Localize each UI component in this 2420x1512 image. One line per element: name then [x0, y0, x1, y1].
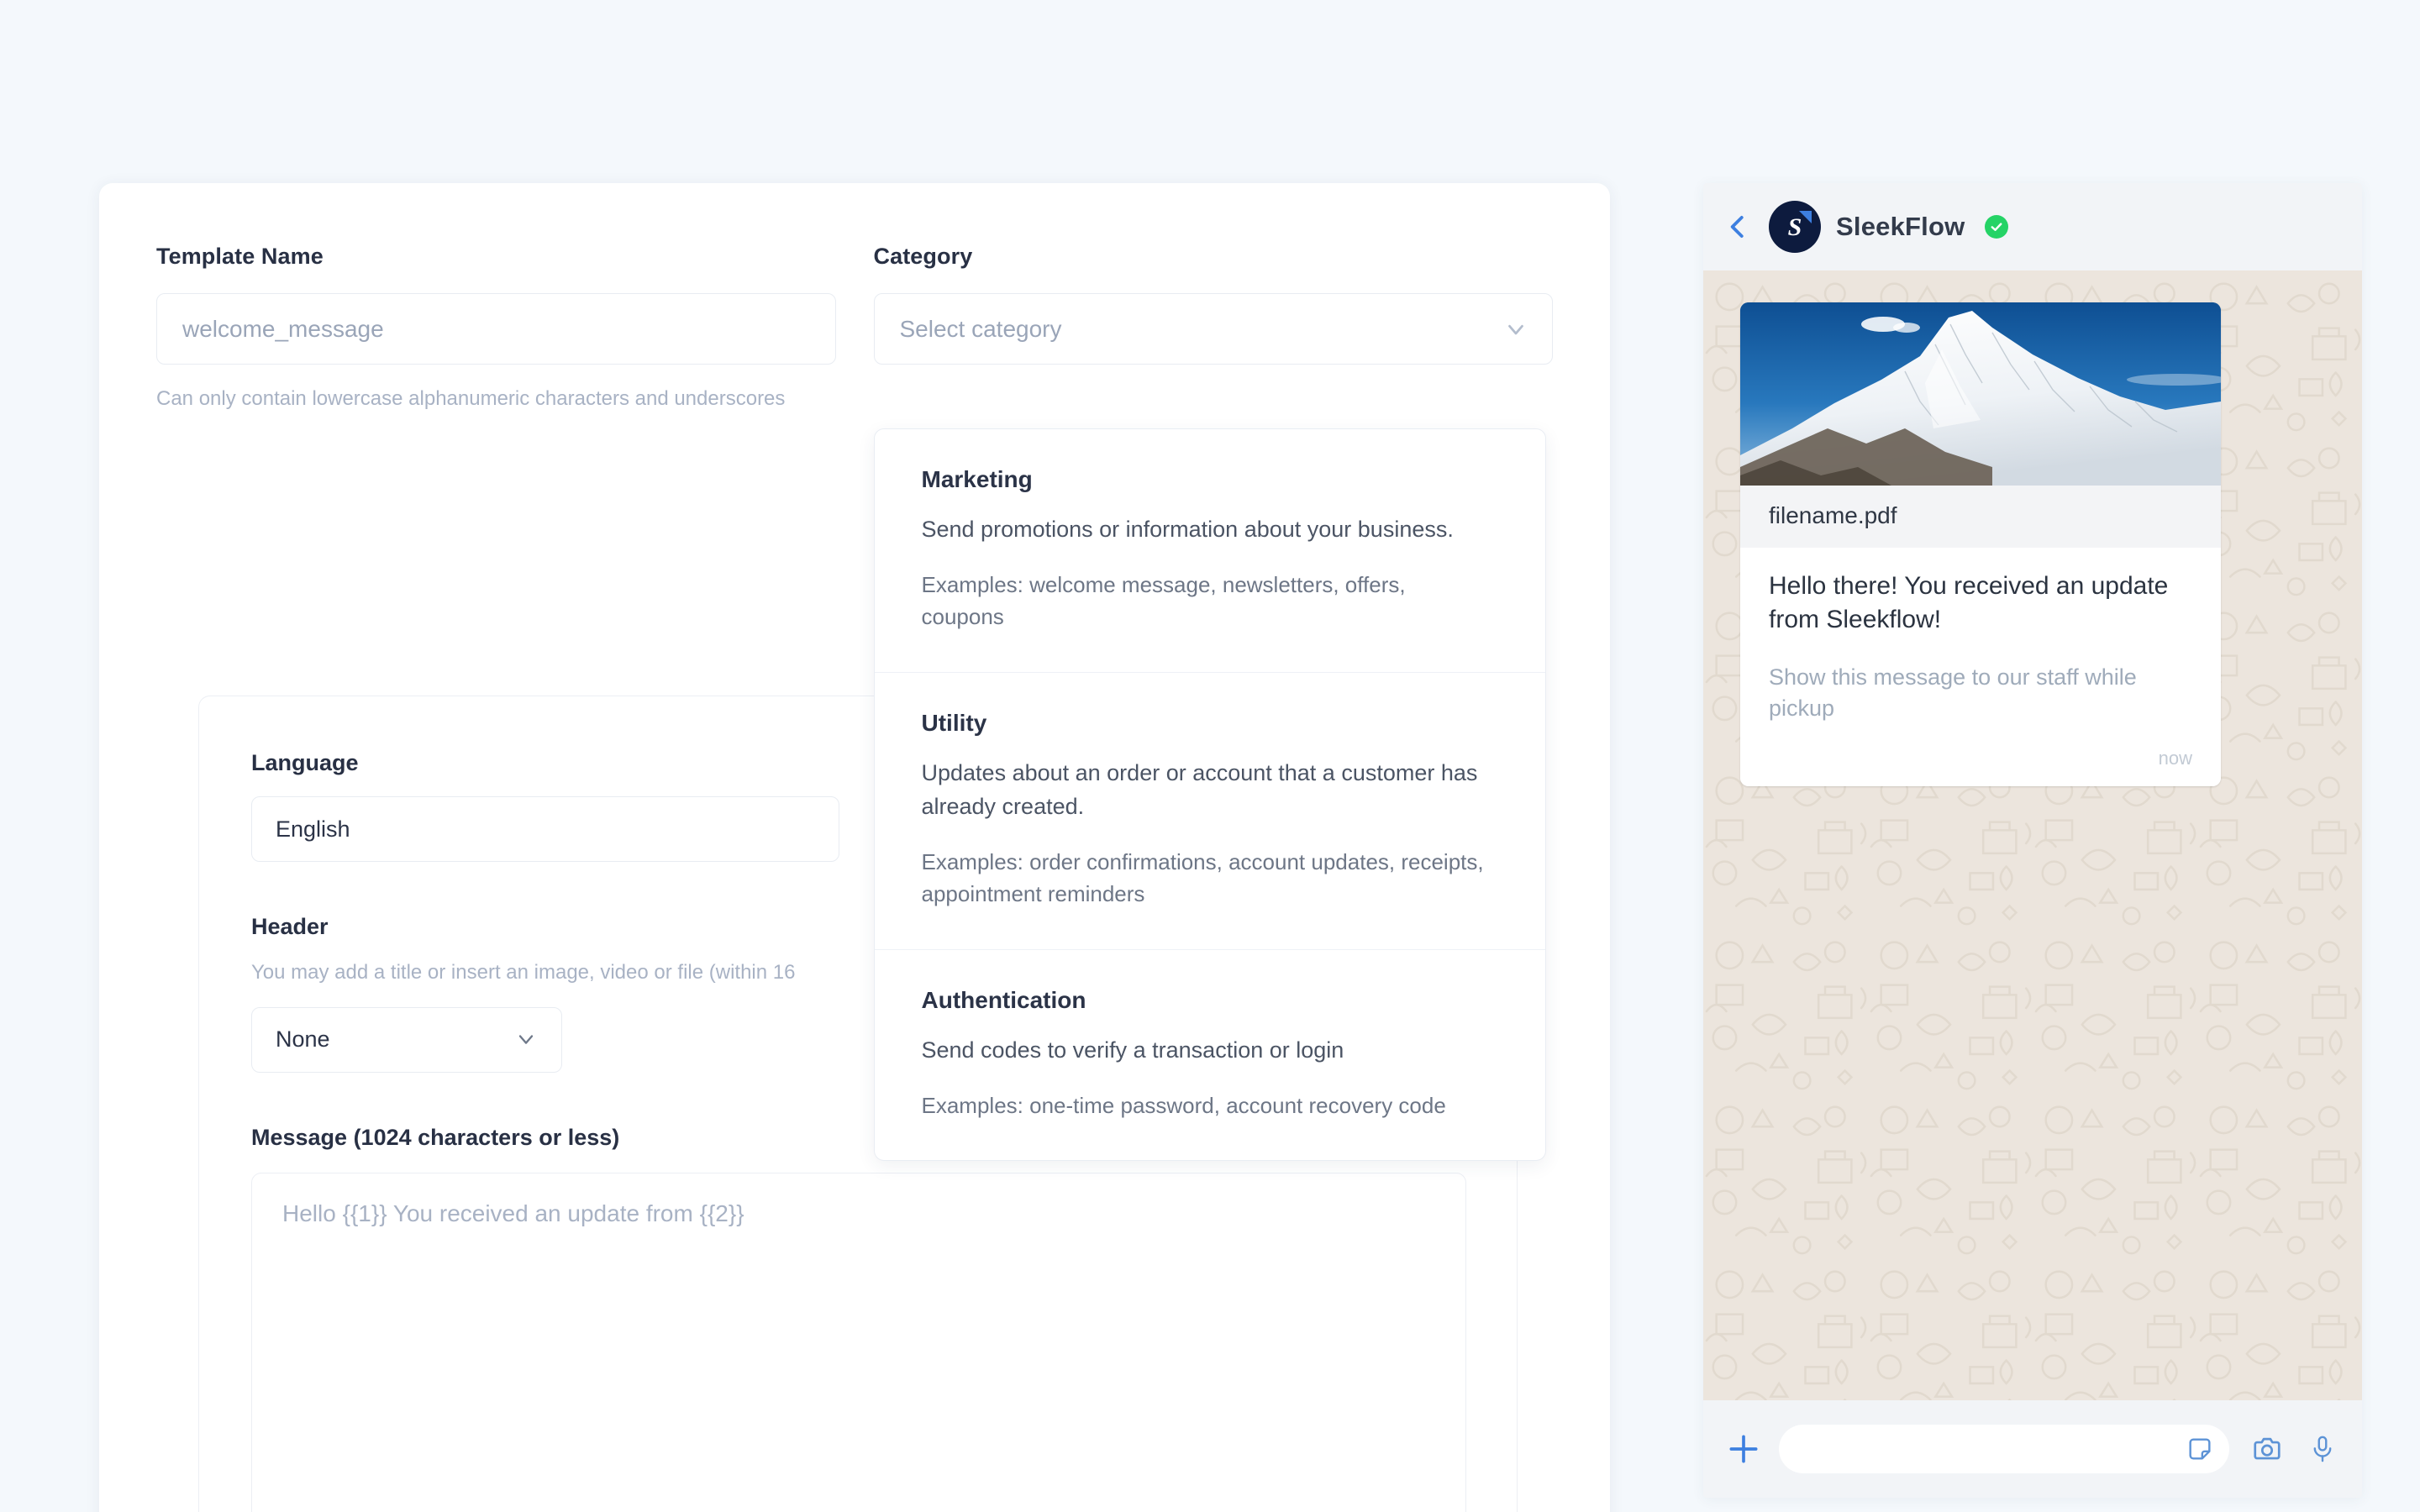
category-label: Category — [873, 244, 973, 269]
category-option-title: Utility — [921, 709, 987, 736]
whatsapp-preview-panel: S SleekFlow filename.pdf Hello there! Yo… — [1703, 183, 2362, 1498]
plus-icon[interactable] — [1725, 1431, 1762, 1467]
category-select-value: Select category — [899, 315, 1062, 342]
chat-background: filename.pdf Hello there! You received a… — [1703, 270, 2362, 1400]
verified-badge-icon — [1985, 215, 2009, 239]
header-type-value: None — [276, 1026, 330, 1053]
template-name-helper: Can only contain lowercase alphanumeric … — [156, 387, 786, 411]
category-option-description: Send codes to verify a transaction or lo… — [921, 1037, 1344, 1063]
category-option-utility[interactable]: Utility Updates about an order or accoun… — [874, 671, 1545, 949]
preview-attachment-filename: filename.pdf — [1740, 486, 2221, 548]
mountain-photo — [1740, 302, 2221, 486]
language-select[interactable]: English — [251, 796, 839, 862]
chat-composer-bar — [1703, 1400, 2362, 1498]
category-option-description: Send promotions or information about you… — [921, 517, 1454, 542]
avatar-triangle-accent — [1799, 211, 1812, 223]
category-option-title: Marketing — [921, 466, 1033, 492]
chevron-down-icon — [1503, 317, 1528, 342]
category-option-examples: Examples: one-time password, account rec… — [921, 1092, 1446, 1118]
chevron-down-icon — [514, 1027, 539, 1053]
form-top-row: Template Name welcome_message Can only c… — [99, 242, 1610, 1162]
camera-icon[interactable] — [2251, 1433, 2283, 1465]
category-option-title: Authentication — [921, 986, 1086, 1013]
category-option-examples: Examples: order confirmations, account u… — [921, 848, 1484, 907]
preview-message-bubble: filename.pdf Hello there! You received a… — [1740, 302, 2221, 786]
category-option-authentication[interactable]: Authentication Send codes to verify a tr… — [874, 948, 1545, 1160]
preview-message-footer: Show this message to our staff while pic… — [1769, 664, 2137, 722]
microphone-icon[interactable] — [2308, 1433, 2337, 1465]
preview-header: S SleekFlow — [1703, 183, 2362, 270]
template-form-card: Template Name welcome_message Can only c… — [99, 183, 1610, 1512]
chevron-left-icon[interactable] — [1722, 211, 1754, 243]
category-option-description: Updates about an order or account that a… — [921, 759, 1478, 819]
preview-message-text-area: Hello there! You received an update from… — [1740, 548, 2221, 739]
chat-message-input[interactable] — [1779, 1425, 2229, 1473]
sleekflow-logo-icon: S — [1769, 201, 1821, 253]
template-name-input[interactable]: welcome_message — [156, 293, 836, 365]
sticker-icon[interactable] — [2186, 1435, 2214, 1463]
header-type-select[interactable]: None — [251, 1006, 562, 1073]
category-dropdown-menu[interactable]: Marketing Send promotions or information… — [873, 428, 1546, 1162]
preview-message-body: Hello there! You received an update from… — [1769, 572, 2169, 634]
preview-message-timestamp: now — [1740, 738, 2221, 786]
category-field-group: Category Select category Marketing Send … — [873, 242, 1553, 1162]
category-option-marketing[interactable]: Marketing Send promotions or information… — [875, 429, 1545, 672]
template-name-label: Template Name — [156, 244, 324, 269]
preview-brand-name: SleekFlow — [1836, 212, 1965, 241]
language-select-value: English — [276, 816, 350, 842]
category-option-examples: Examples: welcome message, newsletters, … — [921, 571, 1406, 630]
template-name-field-group: Template Name welcome_message Can only c… — [156, 242, 836, 413]
category-select[interactable]: Select category — [873, 293, 1553, 365]
message-textarea[interactable]: Hello {{1}} You received an update from … — [251, 1172, 1466, 1512]
